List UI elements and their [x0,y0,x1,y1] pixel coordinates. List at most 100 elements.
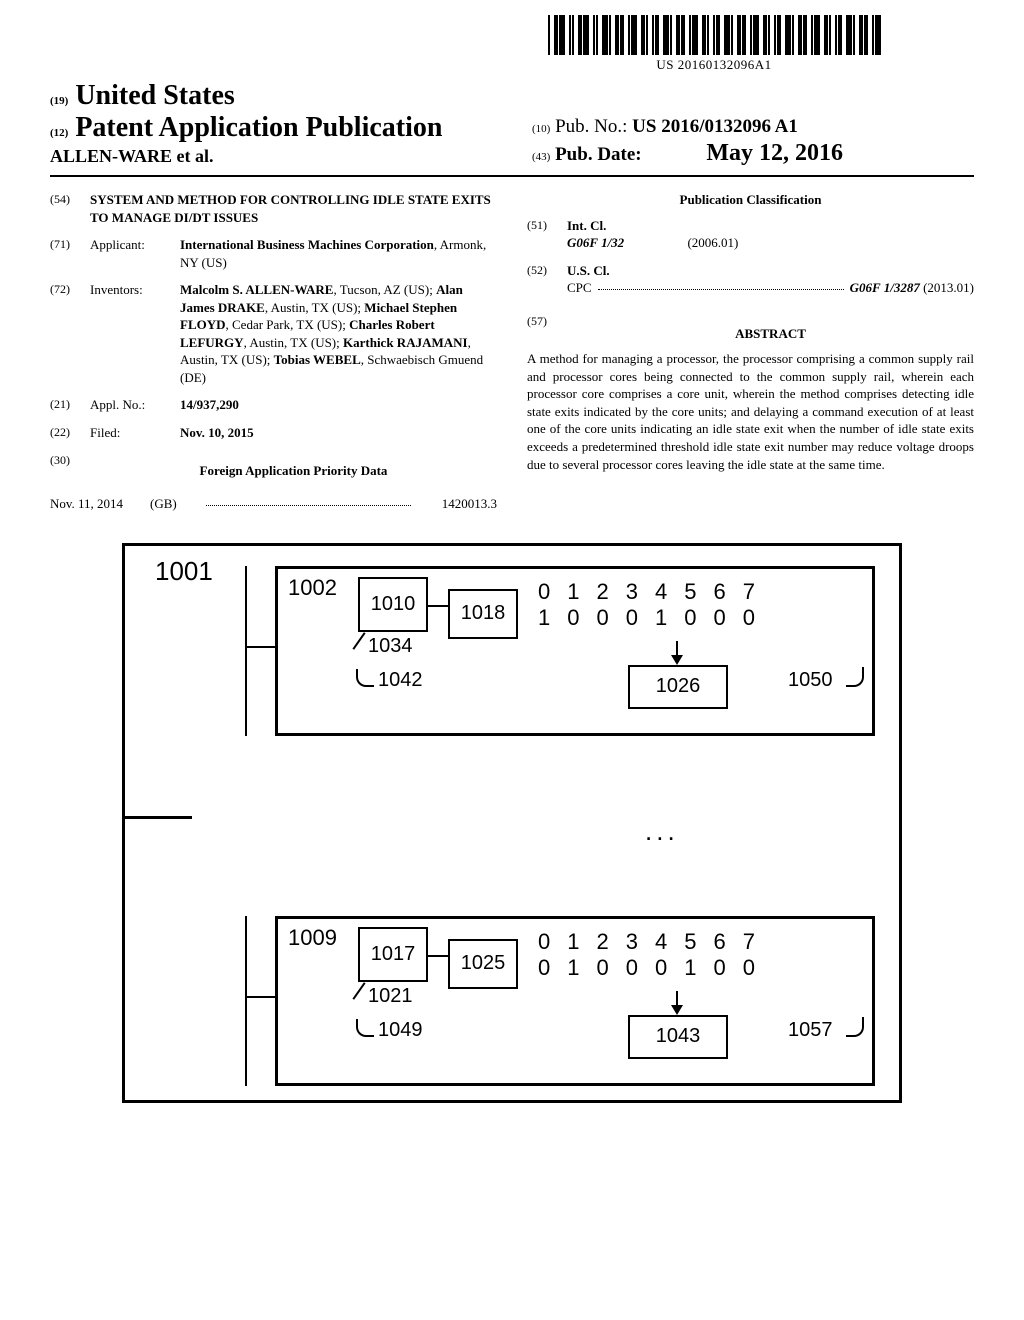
cpc-code: G06F 1/3287 [850,280,920,295]
inventors-list: Malcolm S. ALLEN-WARE, Tucson, AZ (US); … [180,281,497,386]
f57-num: (57) [527,313,567,351]
fig-ellipsis: ... [645,816,679,847]
fig-label-1042: 1042 [378,669,423,692]
fig-pointer-line [846,667,864,687]
abstract-heading: ABSTRACT [567,325,974,343]
pubdate-value: May 12, 2016 [706,140,843,166]
arrow-down-icon [676,991,678,1013]
fig-bit-cell: 0 [626,605,638,631]
f71-label: Applicant: [90,236,180,271]
fig-connector-line [428,955,448,957]
fig-bit-cell: 3 [626,579,638,605]
fig-bit-cell: 1 [567,955,579,981]
fig-bit-cell: 0 [655,955,667,981]
fig-box-1010: 1010 [358,577,428,632]
intcl-label: Int. Cl. [567,217,974,235]
fig-box-1018: 1018 [448,589,518,639]
foreign-priority-row: Nov. 11, 2014 (GB) 1420013.3 [50,495,497,513]
line43-prefix: (43) [532,151,550,163]
fig-bit-cell: 1 [655,605,667,631]
fig-bit-cell: 6 [714,579,726,605]
country-name: United States [75,80,234,111]
f72-label: Inventors: [90,281,180,386]
cpc-label: CPC [567,279,592,297]
fig-bit-cell: 1 [684,955,696,981]
f30-num: (30) [50,452,90,486]
fig-bit-cell: 0 [597,955,609,981]
fig-pointer-line [846,1017,864,1037]
fig-bit-cell: 0 [743,605,755,631]
fig-bit-table-bottom: 01234567 01000100 [538,929,755,981]
abstract-text: A method for managing a processor, the p… [527,350,974,473]
f22-label: Filed: [90,424,180,442]
fig-box-1025: 1025 [448,939,518,989]
fig-bit-cell: 2 [597,579,609,605]
fig-bit-cell: 0 [743,955,755,981]
foreign-priority-heading: Foreign Application Priority Data [90,462,497,480]
invention-title: SYSTEM AND METHOD FOR CONTROLLING IDLE S… [90,191,497,226]
fig-bit-cell: 1 [567,929,579,955]
fig-bit-cell: 0 [567,605,579,631]
right-column: Publication Classification (51) Int. Cl.… [527,191,974,513]
fig-unit-bottom: 1009 1017 1025 1021 1049 01234567 010001… [275,916,875,1086]
fig-label-1057: 1057 [788,1019,833,1042]
applicant-name: International Business Machines Corporat… [180,237,434,252]
fig-bus-line [245,916,247,1086]
fig-label-1050: 1050 [788,669,833,692]
f22-num: (22) [50,424,90,442]
pubno-value: US 2016/0132096 A1 [632,116,798,137]
line10-prefix: (10) [532,123,550,135]
fig-bit-cell: 4 [655,929,667,955]
fig-connector-line [245,646,275,648]
appl-no: 14/937,290 [180,396,497,414]
bibliographic-columns: (54) SYSTEM AND METHOD FOR CONTROLLING I… [50,191,974,513]
fig-bit-cell: 7 [743,579,755,605]
f51-num: (51) [527,217,567,252]
fig-bit-cell: 6 [714,929,726,955]
line19-prefix: (19) [50,95,68,107]
f71-num: (71) [50,236,90,271]
dotted-leader [598,279,844,290]
fig-bit-cell: 2 [597,929,609,955]
fig-bit-cell: 0 [538,579,550,605]
barcode-block: US 20160132096A1 [524,15,904,73]
intcl-date: (2006.01) [687,235,738,250]
barcode-number: US 20160132096A1 [524,57,904,73]
fig-label-1049: 1049 [378,1019,423,1042]
fig-box-1026: 1026 [628,665,728,709]
dotted-leader [206,495,411,506]
foreign-country: (GB) [150,495,200,513]
fig-label-1034: 1034 [368,635,413,658]
foreign-app-number: 1420013.3 [417,495,497,513]
fig-box-1017: 1017 [358,927,428,982]
f21-label: Appl. No.: [90,396,180,414]
fig-bit-cell: 0 [714,955,726,981]
fig-bit-cell: 0 [626,955,638,981]
uscl-label: U.S. Cl. [567,262,974,280]
fig-connector-line [428,605,448,607]
patent-figure: 1001 1002 1010 1018 1034 1042 01234567 1… [122,543,902,1103]
fig-label-1001: 1001 [155,556,213,587]
fig-bit-cell: 0 [538,955,550,981]
fig-bit-cell: 4 [655,579,667,605]
fig-bit-cell: 0 [714,605,726,631]
line12-prefix: (12) [50,127,68,139]
fig-connector-line [245,996,275,998]
fig-pointer-line [356,1019,374,1037]
fig-bit-cell: 0 [684,605,696,631]
fig-bus-line [245,566,247,736]
f52-num: (52) [527,262,567,297]
f21-num: (21) [50,396,90,414]
fig-bit-cell: 1 [567,579,579,605]
fig-label-1002: 1002 [288,575,337,601]
barcode-graphic [524,15,904,55]
classification-heading: Publication Classification [527,191,974,209]
authors-line: ALLEN-WARE et al. [50,146,512,167]
fig-bit-cell: 0 [597,605,609,631]
fig-bit-cell: 1 [538,605,550,631]
fig-unit-top: 1002 1010 1018 1034 1042 01234567 100010… [275,566,875,736]
f54-num: (54) [50,191,90,226]
pubdate-label: Pub. Date: [555,144,642,165]
filed-date: Nov. 10, 2015 [180,424,497,442]
fig-label-1009: 1009 [288,925,337,951]
